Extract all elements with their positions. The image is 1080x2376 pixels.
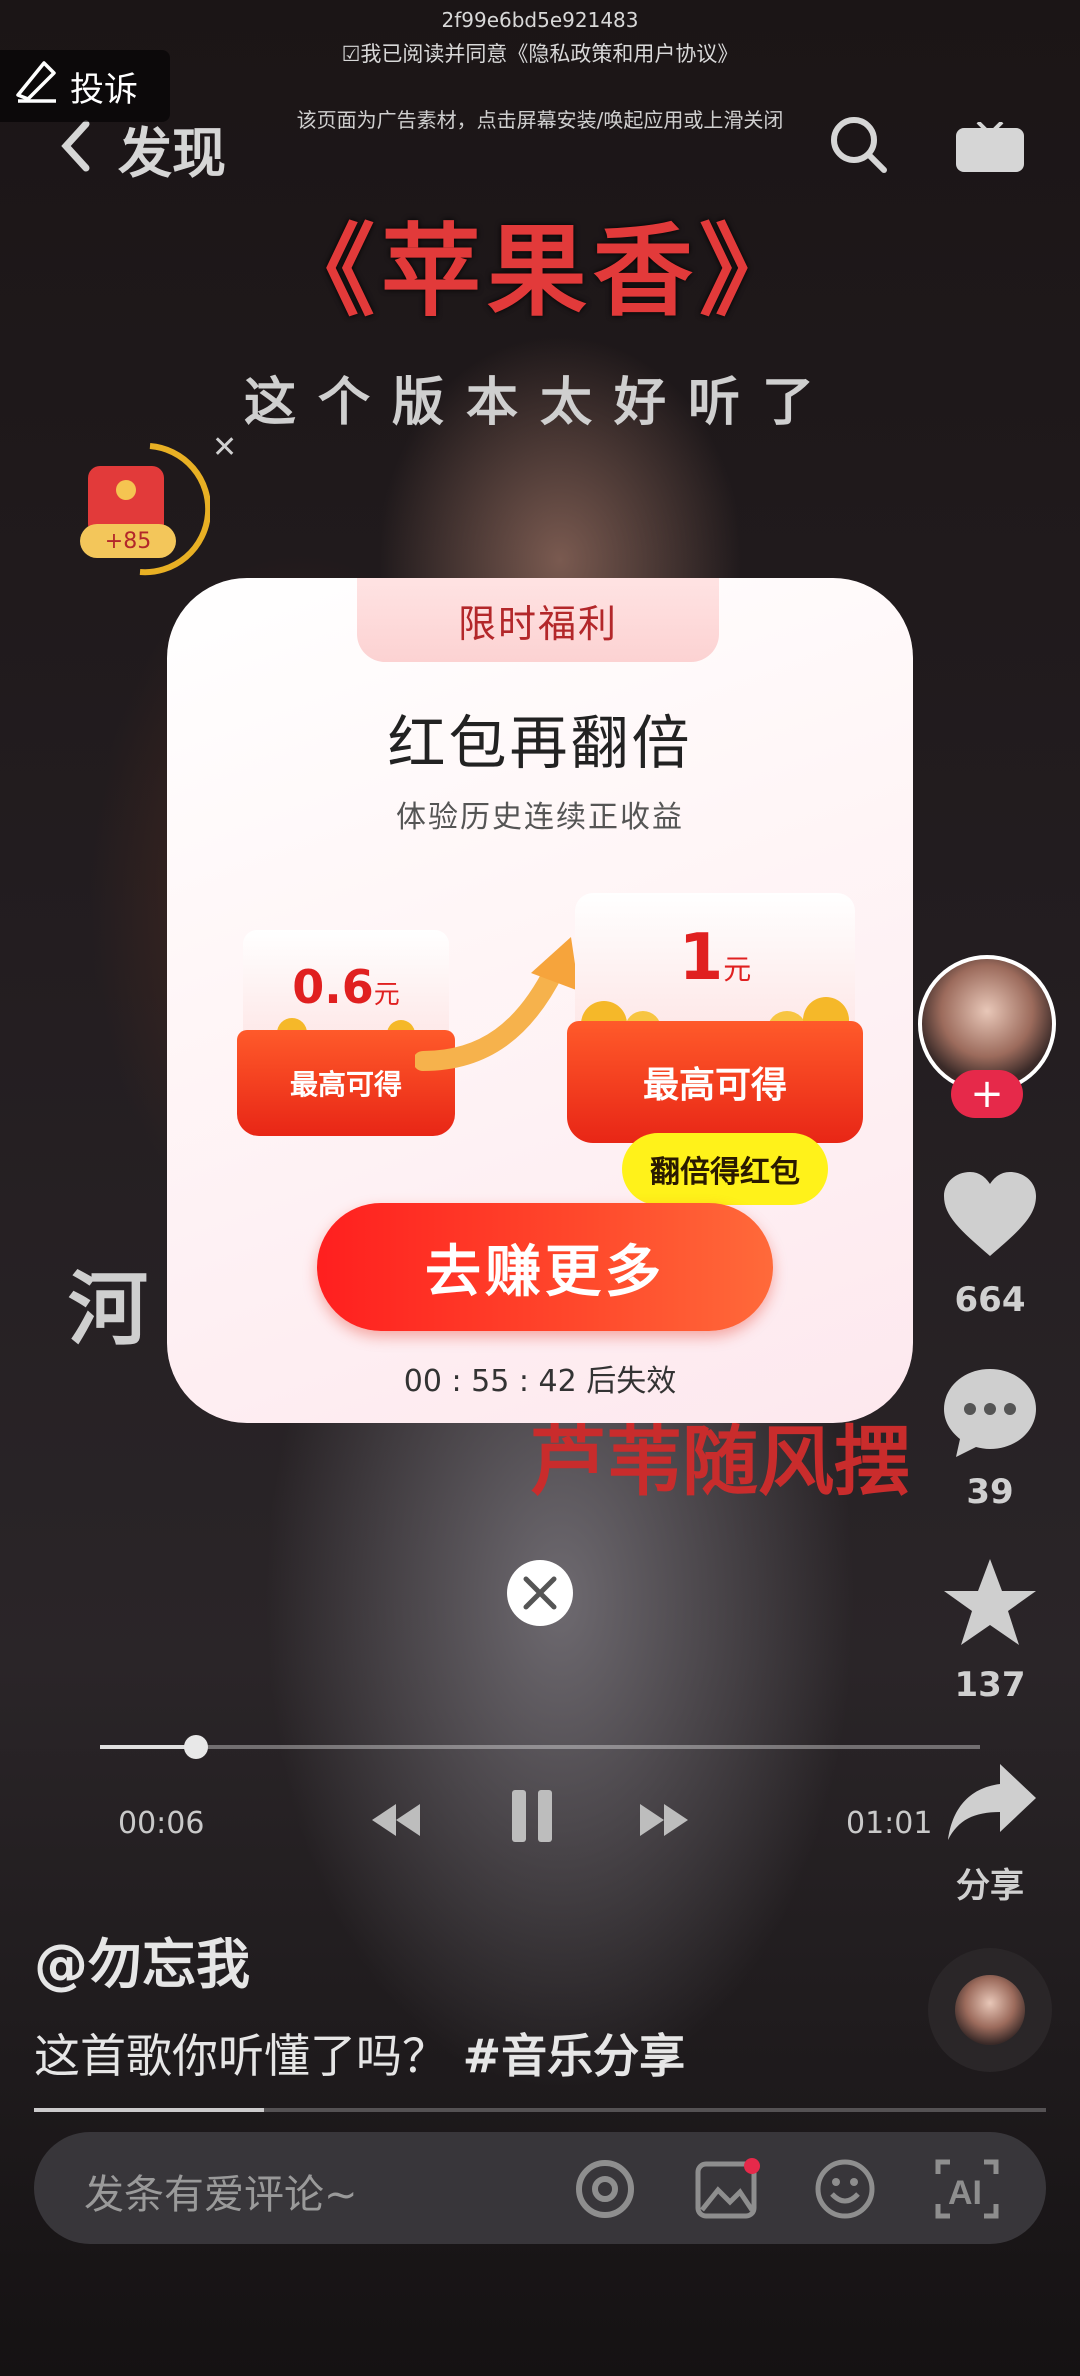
- song-subtitle: 这个版本太好听了: [243, 373, 836, 433]
- share-icon[interactable]: [944, 1760, 1040, 1848]
- emoji-icon[interactable]: [814, 2158, 876, 2224]
- progress-fill: [100, 1745, 196, 1749]
- progress-handle[interactable]: [184, 1735, 208, 1759]
- close-icon: [523, 1576, 557, 1610]
- hashtag-link[interactable]: #音乐分享: [463, 2029, 686, 2083]
- share-label: 分享: [956, 1866, 1024, 1906]
- ad-id: 2f99e6bd5e921483: [441, 8, 639, 32]
- ai-icon[interactable]: AI: [934, 2158, 1000, 2224]
- heart-icon[interactable]: [940, 1170, 1040, 1264]
- big-redpacket-label: 最高可得: [567, 1021, 863, 1143]
- svg-text:AI: AI: [948, 2174, 982, 2212]
- comment-icon[interactable]: [940, 1365, 1040, 1465]
- comment-input[interactable]: 发条有爱评论~: [84, 2162, 358, 2220]
- double-bubble: 翻倍得红包: [622, 1133, 828, 1221]
- music-disc-cover: [955, 1975, 1025, 2045]
- elapsed-time: 00:06: [118, 1806, 205, 1841]
- pause-icon[interactable]: [508, 1788, 556, 1848]
- modal-close-button[interactable]: [507, 1560, 573, 1626]
- lyric-left: 河: [68, 1263, 148, 1356]
- comment-count: 39: [966, 1472, 1014, 1512]
- redpack-ring-icon: [88, 443, 212, 576]
- countdown-timer: 00 : 55 : 42 后失效: [403, 1364, 677, 1399]
- star-icon[interactable]: [940, 1555, 1040, 1655]
- rewind-icon[interactable]: [368, 1800, 424, 1844]
- ad-note: 该页面为广告素材，点击屏幕安装/唤起应用或上滑关闭: [296, 108, 784, 132]
- favorite-count: 137: [954, 1665, 1026, 1705]
- like-count: 664: [954, 1280, 1026, 1320]
- earn-more-button[interactable]: 去赚更多: [317, 1203, 773, 1331]
- redpack-timer-widget[interactable]: +85: [80, 440, 212, 580]
- post-description: 这首歌你听懂了吗？ #音乐分享: [34, 2020, 685, 2086]
- at-icon[interactable]: [574, 2158, 636, 2224]
- modal-tab: 限时福利: [357, 578, 719, 662]
- follow-button[interactable]: +: [951, 1070, 1023, 1118]
- progress-track[interactable]: [100, 1745, 980, 1749]
- redpack-bonus: +85: [80, 524, 176, 558]
- big-redpacket: 1元 最高可得: [567, 893, 863, 1143]
- description-text: 这首歌你听懂了吗？: [34, 2029, 448, 2083]
- author-name[interactable]: @勿忘我: [34, 1920, 250, 1999]
- fast-forward-icon[interactable]: [636, 1800, 692, 1844]
- modal-subtitle: 体验历史连续正收益: [396, 800, 684, 835]
- music-disc[interactable]: [928, 1948, 1052, 2072]
- duration-time: 01:01: [846, 1806, 933, 1841]
- feed-progress-fill: [34, 2108, 264, 2112]
- song-title: 《苹果香》: [275, 213, 805, 330]
- reward-modal[interactable]: 限时福利 红包再翻倍 体验历史连续正收益 0.6元 最高可得 1元 最高可得 翻…: [167, 578, 913, 1423]
- modal-title: 红包再翻倍: [387, 709, 693, 777]
- comment-bar[interactable]: 发条有爱评论~ AI: [34, 2132, 1046, 2244]
- close-icon[interactable]: ✕: [212, 430, 237, 465]
- image-icon[interactable]: [694, 2158, 760, 2224]
- big-amount: 1元: [678, 921, 752, 995]
